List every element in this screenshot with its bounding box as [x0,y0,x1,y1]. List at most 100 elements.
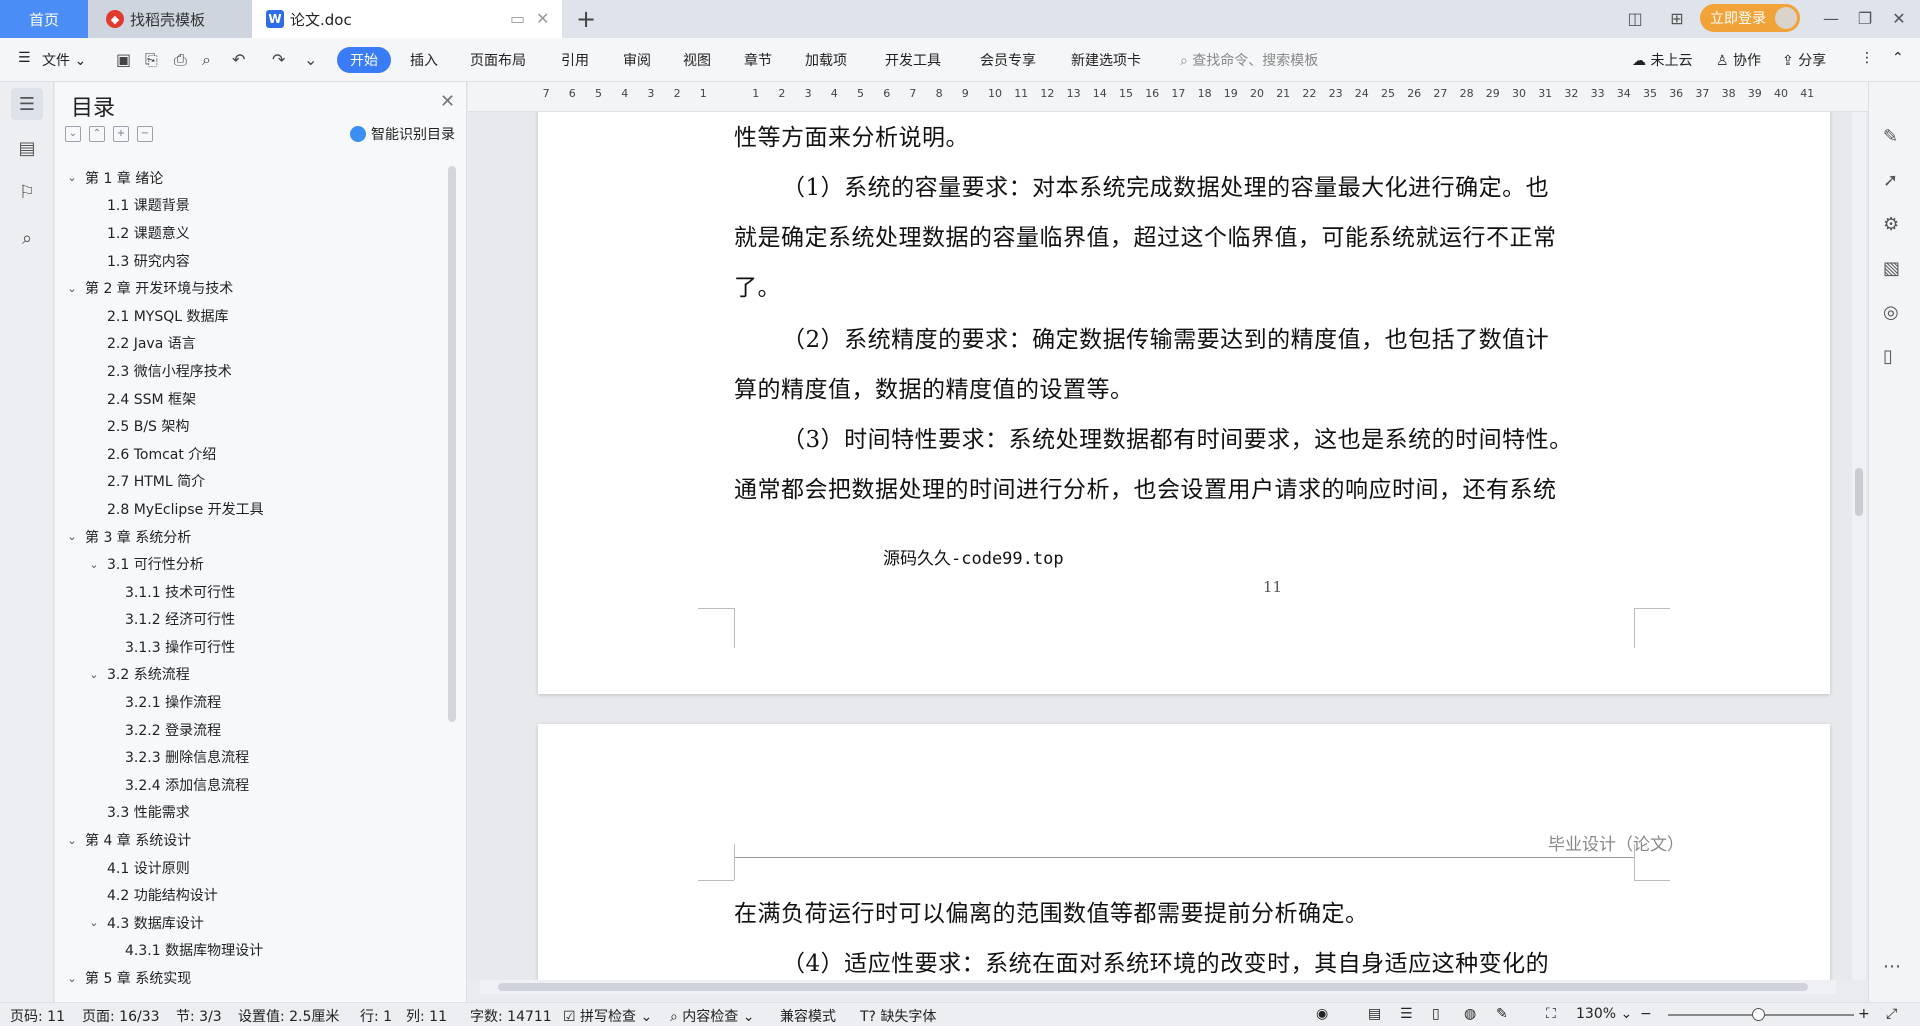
chevron-down-icon[interactable]: ⌄ [65,171,79,184]
toc-item[interactable]: 3.2.4 添加信息流程 [55,771,447,799]
ribbon-tab-insert[interactable]: 插入 [410,50,438,70]
ribbon-tab-layout[interactable]: 页面布局 [470,50,526,70]
toc-item[interactable]: 2.5 B/S 架构 [55,412,447,440]
layout-icon[interactable]: ◫ [1622,6,1648,32]
close-window-icon[interactable]: ✕ [1886,6,1912,32]
close-icon[interactable]: ✕ [440,91,455,112]
toc-item[interactable]: 2.4 SSM 框架 [55,385,447,413]
toc-item[interactable]: 2.1 MYSQL 数据库 [55,302,447,330]
ribbon-tab-addins[interactable]: 加载项 [805,50,847,70]
collapse-ribbon-icon[interactable]: ⌃ [1892,50,1904,66]
toc-item[interactable]: 1.2 课题意义 [55,219,447,247]
ribbon-tab-new[interactable]: 新建选项卡 [1071,50,1141,70]
collapse-all-icon[interactable]: ⌃ [89,126,105,142]
missing-font[interactable]: T? 缺失字体 [860,1006,936,1026]
toc-item[interactable]: 3.3 性能需求 [55,799,447,827]
tab-document[interactable]: W 论文.doc ▭ ✕ [252,0,562,38]
image-tool-icon[interactable]: ▧ [1883,258,1900,279]
file-menu[interactable]: 文件 ⌄ [42,50,86,70]
fullscreen-icon[interactable]: ⤢ [1886,1006,1897,1022]
command-search[interactable]: ⌕ 查找命令、搜索模板 [1180,50,1318,70]
settings-sliders-icon[interactable]: ⚙ [1883,214,1899,235]
restore-icon[interactable]: ❐ [1852,6,1878,32]
toc-item[interactable]: 2.7 HTML 简介 [55,468,447,496]
menu-icon[interactable]: ☰ [18,50,31,66]
chevron-down-icon[interactable]: ⌄ [65,972,79,985]
ribbon-tab-view[interactable]: 视图 [683,50,711,70]
toc-item[interactable]: 3.1.2 经济可行性 [55,606,447,634]
horizontal-scrollbar[interactable] [480,980,1836,994]
ribbon-tab-chapter[interactable]: 章节 [744,50,772,70]
ribbon-tab-start[interactable]: 开始 [337,47,391,73]
ribbon-tab-member[interactable]: 会员专享 [980,50,1036,70]
toc-item[interactable]: 4.1 设计原则 [55,854,447,882]
toc-item[interactable]: ⌄ 4.3 数据库设计 [55,909,447,937]
chevron-down-icon[interactable]: ⌄ [65,530,79,543]
toc-item[interactable]: 2.2 Java 语言 [55,330,447,358]
collaborate-button[interactable]: ♙ 协作 [1716,50,1761,70]
pointer-icon[interactable]: ➚ [1883,170,1898,191]
doc-text-line[interactable]: （4）适应性要求：系统在面对系统环境的改变时，其自身适应这种变化的 [782,944,1682,978]
chevron-down-icon[interactable]: ⌄ [87,668,101,681]
add-heading-icon[interactable]: + [113,126,129,142]
toc-item[interactable]: ⌄ 3.2 系统流程 [55,661,447,689]
zoom-out-icon[interactable]: − [1640,1006,1652,1022]
toc-item[interactable]: 3.2.3 删除信息流程 [55,743,447,771]
toc-item[interactable]: 2.6 Tomcat 介绍 [55,440,447,468]
plugin-icon[interactable]: ◎ [1883,302,1899,323]
share-button[interactable]: ⇪ 分享 [1782,50,1826,70]
fit-page-icon[interactable]: ⛶ [1546,1006,1556,1022]
cloud-status[interactable]: ☁ 未上云 [1632,50,1692,70]
toc-item[interactable]: ⌄ 第 1 章 绪论 [55,164,447,192]
toc-item[interactable]: 4.2 功能结构设计 [55,881,447,909]
minimize-icon[interactable]: — [1818,6,1844,32]
toc-item[interactable]: 4.3.1 数据库物理设计 [55,937,447,965]
chevron-down-icon[interactable]: ⌄ [87,558,101,571]
customize-icon[interactable]: ⌄ [304,50,317,69]
reader-icon[interactable]: ▯ [1883,346,1893,367]
toc-scrollbar[interactable] [448,166,456,722]
toc-item[interactable]: 3.2.2 登录流程 [55,716,447,744]
doc-text-line[interactable]: （1）系统的容量要求：对本系统完成数据处理的容量最大化进行确定。也 [782,168,1682,202]
zoom-slider-handle[interactable] [1752,1008,1765,1021]
apps-grid-icon[interactable]: ⊞ [1664,6,1690,32]
outline-view-icon[interactable]: ☰ [1400,1006,1413,1022]
print-icon[interactable]: ⎙ [174,50,187,70]
toc-item[interactable]: 2.8 MyEclipse 开发工具 [55,495,447,523]
tab-home[interactable]: 首页 [0,0,88,38]
page-view-icon[interactable]: ▤ [1368,1006,1381,1022]
toc-item[interactable]: 2.3 微信小程序技术 [55,357,447,385]
zoom-level[interactable]: 130% ⌄ [1576,1006,1632,1022]
edit-icon[interactable]: ✎ [1883,126,1898,147]
chevron-down-icon[interactable]: ⌄ [65,282,79,295]
eye-icon[interactable]: ◉ [1316,1006,1328,1022]
ribbon-tab-references[interactable]: 引用 [561,50,589,70]
doc-text-line[interactable]: 性等方面来分析说明。 [734,118,1634,152]
toc-item[interactable]: 1.3 研究内容 [55,247,447,275]
toc-nav-icon[interactable]: ☰ [11,88,43,120]
toc-item[interactable]: 3.1.3 操作可行性 [55,633,447,661]
toc-item[interactable]: ⌄ 第 3 章 系统分析 [55,523,447,551]
horizontal-scroll-thumb[interactable] [498,983,1808,991]
login-button[interactable]: 立即登录 [1700,4,1800,32]
toc-item[interactable]: 3.1.1 技术可行性 [55,578,447,606]
close-tab-icon[interactable]: ✕ [536,9,549,28]
find-icon[interactable]: ⌕ [11,222,43,254]
print-preview-icon[interactable]: ⌕ [202,50,211,70]
undo-icon[interactable]: ↶ [232,50,245,69]
toc-item[interactable]: ⌄ 第 4 章 系统设计 [55,826,447,854]
expand-all-icon[interactable]: ⌄ [65,126,81,142]
smart-toc-button[interactable]: 智能识别目录 [350,124,455,144]
doc-text-line[interactable]: 算的精度值，数据的精度值的设置等。 [734,370,1634,404]
save-icon[interactable]: ▣ [116,50,131,69]
folder-icon[interactable]: ▤ [11,132,43,164]
bookmark-icon[interactable]: ⚐ [11,176,43,208]
remove-heading-icon[interactable]: − [137,126,153,142]
more-tools-icon[interactable]: ⋯ [1883,956,1901,977]
doc-text-line[interactable]: 了。 [734,268,1634,302]
doc-text-line[interactable]: 就是确定系统处理数据的容量临界值，超过这个临界值，可能系统就运行不正常 [734,218,1634,252]
toc-item[interactable]: ⌄ 第 5 章 系统实现 [55,964,447,992]
ribbon-tab-developer[interactable]: 开发工具 [885,50,941,70]
horizontal-ruler[interactable]: 7 6 5 4 3 2 1 1 2 3 4 5 6 7 8 9 10 11 12 13 14 15 16 17 18 19 20 21… [468,82,1868,112]
chevron-down-icon[interactable]: ⌄ [87,916,101,929]
